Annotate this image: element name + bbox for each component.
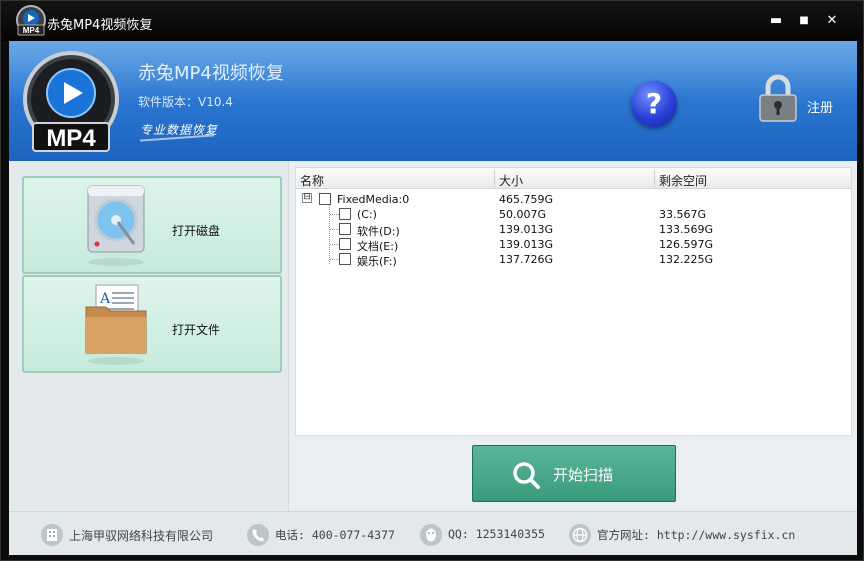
banner-shine xyxy=(9,41,857,99)
folder-document-icon: A xyxy=(85,284,147,365)
qq-number: QQ: 1253140355 xyxy=(448,527,545,541)
partition-size: 50.007G xyxy=(499,208,547,221)
app-name: 赤兔MP4视频恢复 xyxy=(138,63,284,84)
svg-text:MP4: MP4 xyxy=(23,26,40,35)
checkbox[interactable] xyxy=(339,253,351,265)
website-url[interactable]: 官方网址: http://www.sysfix.cn xyxy=(597,527,795,543)
list-header: 名称 大小 剩余空间 xyxy=(296,168,851,189)
checkbox[interactable] xyxy=(339,223,351,235)
tree-row-partition[interactable]: (C:) 50.007G 33.567G xyxy=(296,207,851,222)
logo-text: MP4 xyxy=(46,125,96,152)
open-disk-button[interactable]: 打开磁盘 xyxy=(22,176,282,274)
action-panel: 打开磁盘 A 打开文件 xyxy=(9,161,289,511)
tree-connector xyxy=(330,259,339,260)
column-name[interactable]: 名称 xyxy=(300,172,324,189)
drive-list: 名称 大小 剩余空间 ⊟ FixedMedia:0 465.759G (C:) … xyxy=(295,167,852,436)
partition-name: (C:) xyxy=(357,208,377,221)
minimize-button[interactable]: ▬ xyxy=(765,11,787,31)
register-button[interactable]: 注册 xyxy=(757,73,847,125)
register-label: 注册 xyxy=(807,101,834,116)
column-size[interactable]: 大小 xyxy=(499,172,523,189)
globe-icon xyxy=(569,524,591,546)
partition-size: 139.013G xyxy=(499,223,554,236)
main-body: 打开磁盘 A 打开文件 名称 大小 剩余空间 ⊟ FixedMedia:0 46… xyxy=(9,161,857,511)
phone-number: 电话: 400-077-4377 xyxy=(275,528,395,542)
title-bar: MP4 赤兔MP4视频恢复 ▬ ■ ✕ xyxy=(1,1,863,41)
open-disk-label: 打开磁盘 xyxy=(172,224,221,238)
partition-name: 娱乐(F:) xyxy=(357,255,397,268)
partition-free: 33.567G xyxy=(659,208,707,221)
svg-text:A: A xyxy=(99,291,111,307)
mp4-logo-icon: MP4 xyxy=(16,5,46,36)
drive-name: FixedMedia:0 xyxy=(337,193,410,206)
drive-size: 465.759G xyxy=(499,193,554,206)
help-icon: ? xyxy=(645,87,663,120)
column-separator[interactable] xyxy=(494,170,495,187)
collapse-icon[interactable]: ⊟ xyxy=(302,193,312,203)
help-button[interactable]: ? xyxy=(631,81,677,127)
search-icon xyxy=(513,462,540,489)
lock-icon xyxy=(759,74,797,122)
app-window: MP4 赤兔MP4视频恢复 ▬ ■ ✕ MP4 赤兔MP4视频恢复 软件版本：V… xyxy=(0,0,864,561)
tree-connector xyxy=(330,214,339,215)
column-free-space[interactable]: 剩余空间 xyxy=(659,172,707,189)
header-banner: MP4 赤兔MP4视频恢复 软件版本：V10.4 专业数据恢复 ? 注册 xyxy=(9,41,857,161)
checkbox[interactable] xyxy=(319,193,331,205)
partition-free: 133.569G xyxy=(659,223,714,236)
open-file-label: 打开文件 xyxy=(172,323,221,337)
qq-penguin-icon xyxy=(420,524,442,546)
footer: 上海甲驭网络科技有限公司 电话: 400-077-4377 QQ: 125314… xyxy=(9,511,857,555)
partition-free: 132.225G xyxy=(659,253,714,266)
start-scan-label: 开始扫描 xyxy=(553,466,614,484)
partition-size: 137.726G xyxy=(499,253,554,266)
checkbox[interactable] xyxy=(339,208,351,220)
open-file-button[interactable]: A 打开文件 xyxy=(22,275,282,373)
column-separator[interactable] xyxy=(654,170,655,187)
checkbox[interactable] xyxy=(339,238,351,250)
window-title: 赤兔MP4视频恢复 xyxy=(47,18,153,33)
close-button[interactable]: ✕ xyxy=(821,11,843,31)
hard-disk-icon xyxy=(87,185,145,266)
tree-row-partition[interactable]: 软件(D:) 139.013G 133.569G xyxy=(296,222,851,238)
phone-icon xyxy=(247,524,269,546)
tree-row-root[interactable]: ⊟ FixedMedia:0 465.759G xyxy=(296,192,851,207)
company-name: 上海甲驭网络科技有限公司 xyxy=(69,529,214,543)
app-logo: MP4 xyxy=(23,51,119,152)
tree-connector xyxy=(330,229,339,230)
maximize-button[interactable]: ■ xyxy=(793,11,815,31)
partition-size: 139.013G xyxy=(499,238,554,251)
partition-free: 126.597G xyxy=(659,238,714,251)
building-icon xyxy=(41,524,63,546)
tree-connector xyxy=(330,244,339,245)
version-label: 软件版本：V10.4 xyxy=(138,95,233,109)
start-scan-button[interactable]: 开始扫描 xyxy=(472,445,676,502)
tree-row-partition[interactable]: 文档(E:) 139.013G 126.597G xyxy=(296,237,851,253)
tree-row-partition[interactable]: 娱乐(F:) 137.726G 132.225G xyxy=(296,252,851,268)
